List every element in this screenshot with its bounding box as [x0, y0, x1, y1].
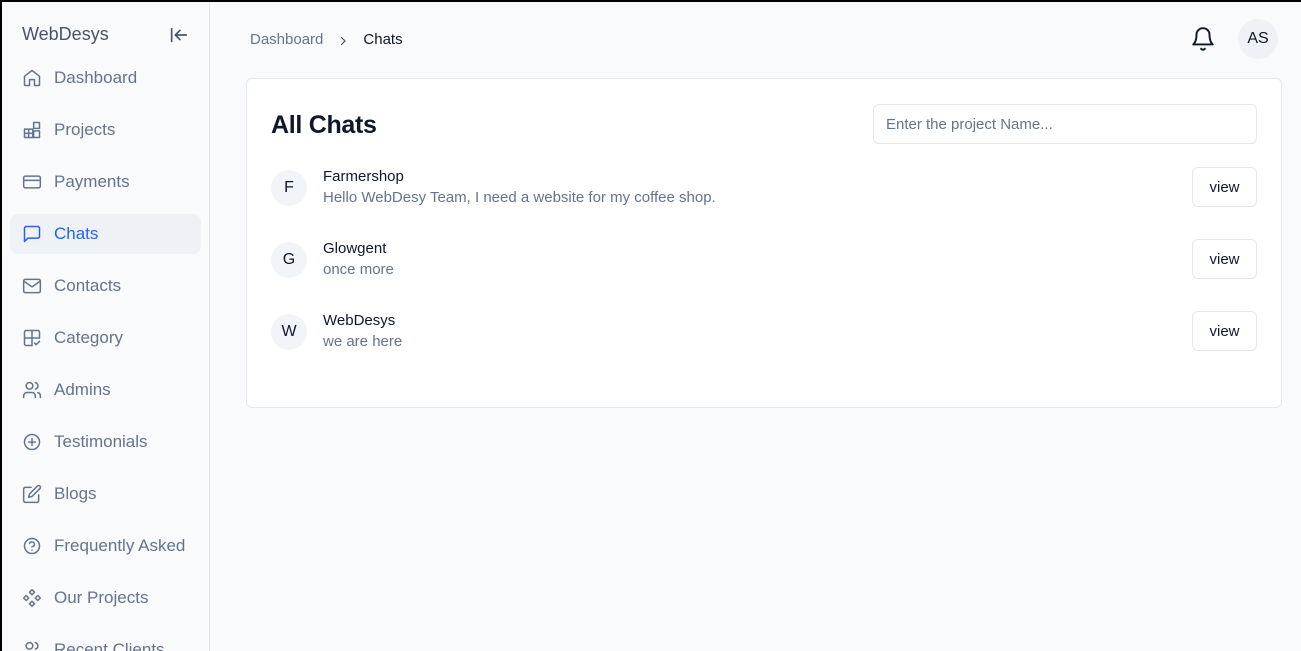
topbar: Dashboard Chats AS: [210, 2, 1301, 78]
plus-circle-icon: [22, 432, 42, 452]
sidebar: WebDesys Dashboard Projects Payments Cha…: [2, 2, 210, 651]
view-chat-button[interactable]: view: [1192, 239, 1257, 279]
breadcrumb-dashboard-link[interactable]: Dashboard: [250, 31, 323, 48]
sidebar-item-label: Frequently Asked: [54, 536, 186, 555]
project-search-input[interactable]: [873, 104, 1257, 144]
chat-name: WebDesys: [323, 312, 396, 329]
chat-row: G Glowgent once more view: [271, 239, 1257, 311]
sidebar-nav: Dashboard Projects Payments Chats Contac…: [10, 58, 201, 651]
projects-icon: [22, 120, 42, 140]
sidebar-item-payments[interactable]: Payments: [10, 162, 201, 202]
sidebar-item-chats[interactable]: Chats: [10, 214, 201, 254]
view-chat-button[interactable]: view: [1192, 311, 1257, 351]
sidebar-item-contacts[interactable]: Contacts: [10, 266, 201, 306]
sidebar-item-label: Dashboard: [54, 68, 138, 87]
sidebar-item-label: Our Projects: [54, 588, 149, 607]
breadcrumb-current: Chats: [363, 31, 403, 48]
chat-name: Farmershop: [323, 168, 404, 185]
chat-last-message: once more: [323, 261, 394, 278]
users-icon: [22, 640, 42, 651]
sidebar-item-blogs[interactable]: Blogs: [10, 474, 201, 514]
help-circle-icon: [22, 536, 42, 556]
chat-avatar: F: [271, 170, 307, 206]
collapse-sidebar-icon[interactable]: [168, 24, 190, 46]
app-frame: WebDesys Dashboard Projects Payments Cha…: [0, 0, 1301, 651]
mail-icon: [22, 276, 42, 296]
edit-icon: [22, 484, 42, 504]
home-icon: [22, 68, 42, 88]
sidebar-item-label: Projects: [54, 120, 116, 139]
sidebar-item-label: Blogs: [54, 484, 97, 503]
sidebar-item-category[interactable]: Category: [10, 318, 201, 358]
chat-last-message: Hello WebDesy Team, I need a website for…: [323, 189, 716, 206]
component-icon: [22, 588, 42, 608]
chat-avatar: G: [271, 242, 307, 278]
breadcrumb: Dashboard Chats: [250, 31, 403, 48]
chat-avatar: W: [271, 314, 307, 350]
sidebar-item-label: Admins: [54, 380, 111, 399]
brand-name: WebDesys: [22, 24, 109, 44]
sidebar-item-admins[interactable]: Admins: [10, 370, 201, 410]
sidebar-item-label: Testimonials: [54, 432, 148, 451]
sidebar-item-frequently-asked[interactable]: Frequently Asked: [10, 526, 201, 566]
sidebar-item-label: Category: [54, 328, 123, 347]
chat-last-message: we are here: [323, 333, 403, 350]
sidebar-item-our-projects[interactable]: Our Projects: [10, 578, 201, 618]
chat-list: F Farmershop Hello WebDesy Team, I need …: [271, 167, 1257, 383]
sidebar-item-recent-clients[interactable]: Recent Clients: [10, 630, 201, 651]
sidebar-item-label: Chats: [54, 224, 99, 243]
page-title: All Chats: [271, 111, 377, 139]
user-avatar[interactable]: AS: [1238, 19, 1278, 59]
message-square-icon: [22, 224, 42, 244]
view-chat-button[interactable]: view: [1192, 167, 1257, 207]
sidebar-item-label: Contacts: [54, 276, 122, 295]
chat-name: Glowgent: [323, 240, 387, 257]
sidebar-item-label: Recent Clients: [54, 640, 165, 651]
sidebar-item-dashboard[interactable]: Dashboard: [10, 58, 201, 98]
credit-card-icon: [22, 172, 42, 192]
users-icon: [22, 380, 42, 400]
sidebar-item-projects[interactable]: Projects: [10, 110, 201, 150]
chats-card: All Chats F Farmershop Hello WebDesy Tea…: [246, 78, 1282, 408]
category-icon: [22, 328, 42, 348]
bell-icon[interactable]: [1190, 26, 1216, 52]
chat-row: F Farmershop Hello WebDesy Team, I need …: [271, 167, 1257, 239]
chat-row: W WebDesys we are here view: [271, 311, 1257, 383]
sidebar-item-label: Payments: [54, 172, 130, 191]
sidebar-item-testimonials[interactable]: Testimonials: [10, 422, 201, 462]
chevron-right-icon: [337, 34, 349, 46]
